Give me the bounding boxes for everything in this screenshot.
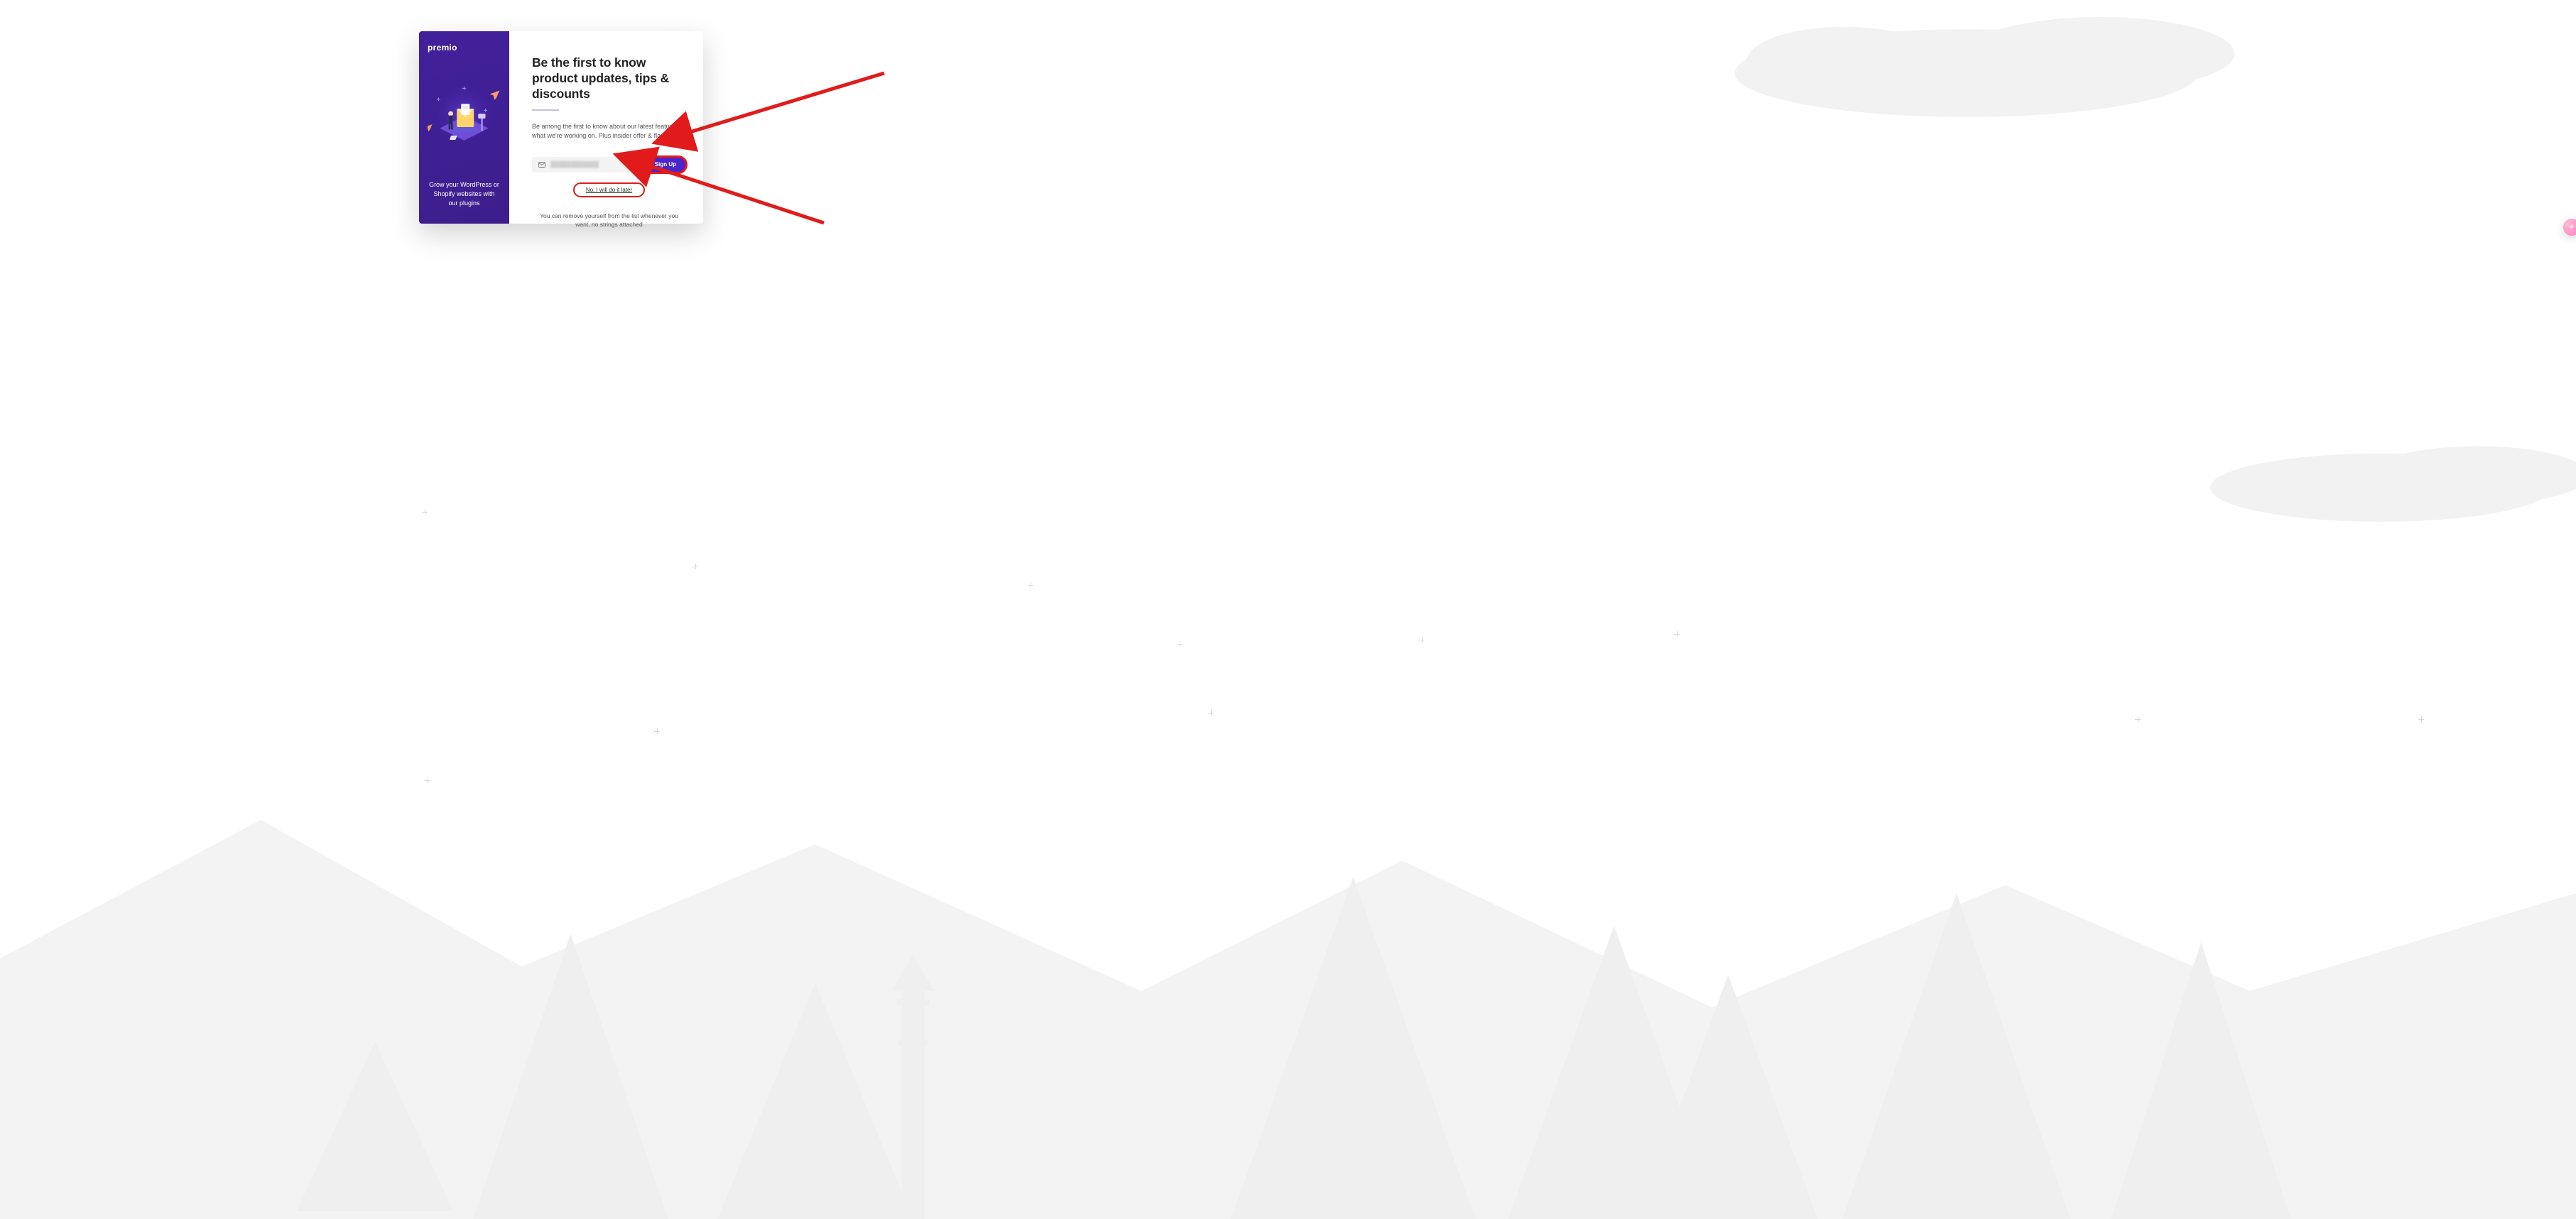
email-row: ████████████ Sign Up — [532, 157, 686, 173]
heading-divider — [532, 109, 559, 111]
modal-description: Be among the first to know about our lat… — [532, 122, 686, 141]
modal-left-panel: premio — [419, 31, 509, 224]
email-input[interactable]: ████████████ — [532, 157, 641, 173]
skip-row: No, I will do it later — [532, 182, 686, 196]
fab-icon: ✦ — [2569, 224, 2575, 231]
signup-button[interactable]: Sign Up — [645, 157, 686, 173]
email-value: ████████████ — [550, 161, 599, 168]
fine-print: You can remove yourself from the list wh… — [532, 212, 686, 230]
left-tagline: Grow your WordPress or Shopify websites … — [428, 180, 501, 212]
background-landscape — [0, 0, 2576, 1219]
logo-text: premio — [428, 43, 457, 53]
newsletter-modal: premio — [419, 31, 703, 224]
skip-link[interactable]: No, I will do it later — [575, 184, 643, 196]
modal-right-panel: Be the first to know product updates, ti… — [509, 31, 703, 224]
illustration — [428, 62, 501, 170]
premio-logo: premio — [428, 43, 457, 53]
mail-icon — [538, 160, 546, 169]
floating-action-button[interactable]: ✦ — [2563, 219, 2576, 236]
modal-heading: Be the first to know product updates, ti… — [532, 55, 686, 102]
